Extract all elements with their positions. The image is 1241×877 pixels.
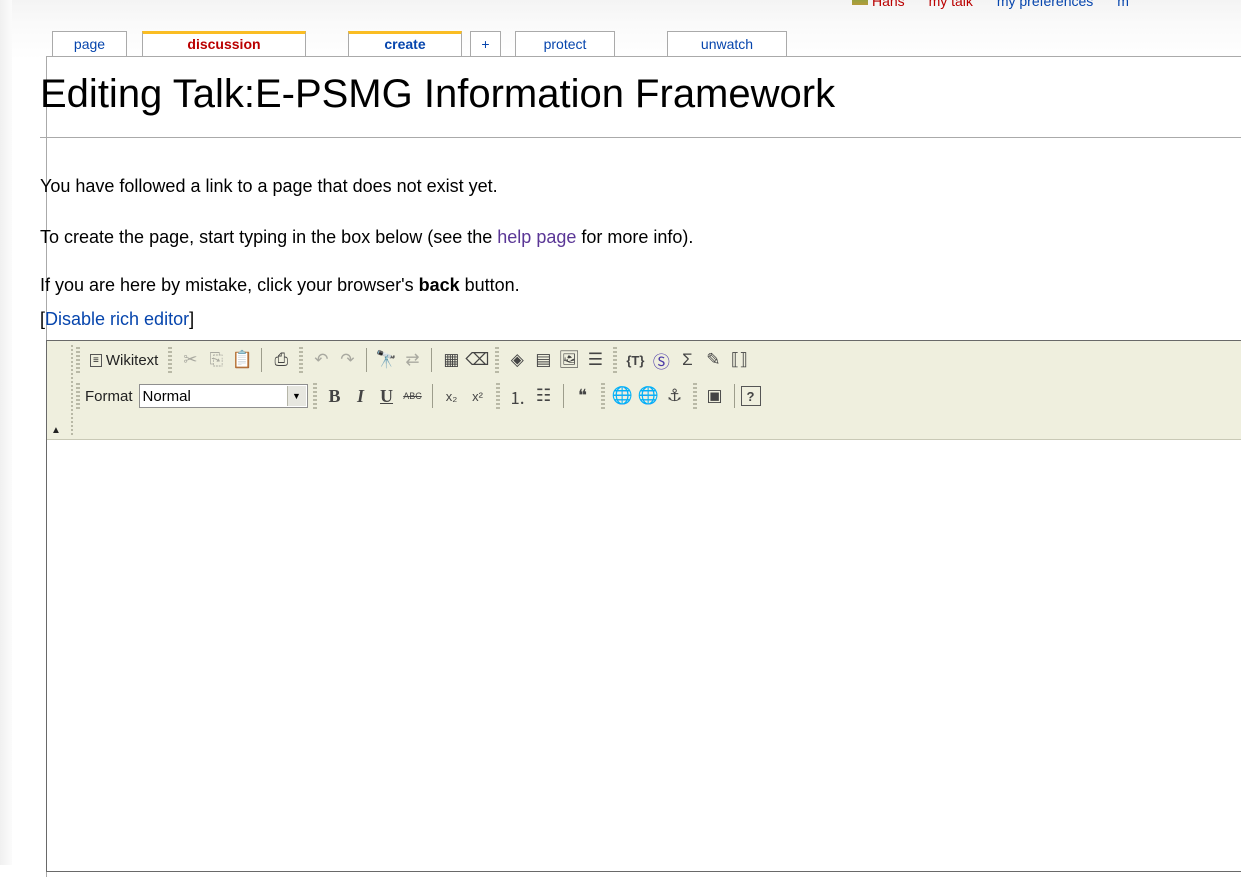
help-page-link[interactable]: help page (497, 227, 576, 247)
tab-unwatch[interactable]: unwatch (667, 31, 787, 57)
cut-icon[interactable]: ✂ (177, 347, 203, 373)
user-icon (852, 0, 868, 5)
nowiki-icon[interactable]: ✎ (700, 347, 726, 373)
blockquote-icon[interactable]: ❝ (570, 383, 596, 409)
copy-icon[interactable]: ⎘ (203, 347, 229, 373)
math-icon[interactable]: Σ (674, 347, 700, 373)
title-divider (40, 137, 1241, 138)
editor-toolbar: ▲ ≡Wikitext ✂ ⎘ 📋 ⎙ ↶ ↷ 🔭 ⇄ ▦ ⌫ ◈ ▤ 🖼 ☰ (47, 341, 1241, 440)
tab-discussion[interactable]: discussion (142, 31, 306, 57)
wikitext-button[interactable]: ≡ Wikitext (85, 347, 163, 373)
page-title: Editing Talk:E-PSMG Information Framewor… (40, 72, 836, 116)
numbered-list-icon[interactable]: ⒈ (505, 383, 531, 409)
replace-icon[interactable]: ⇄ (399, 347, 425, 373)
bracket-close: ] (189, 309, 195, 329)
image-icon[interactable]: 🖼 (556, 347, 582, 373)
table-icon[interactable]: ▤ (530, 347, 556, 373)
help-icon[interactable]: ? (740, 386, 761, 406)
more-link[interactable]: m (1117, 0, 1129, 9)
bulleted-list-icon[interactable]: ☷ (531, 383, 557, 409)
tab-create[interactable]: create (348, 31, 462, 57)
source-icon[interactable]: ⟦⟧ (726, 347, 752, 373)
tab-protect[interactable]: protect (515, 31, 615, 57)
wikitext-icon: ≡ (90, 353, 102, 367)
tab-page[interactable]: page (52, 31, 127, 57)
underline-button[interactable]: U (374, 383, 400, 409)
my-preferences-link[interactable]: my preferences (997, 0, 1093, 9)
toolbar-row-2: Format Normal ▼ B I U ABC x₂ x² ⒈ ☷ ❝ 🌐 … (71, 379, 761, 413)
disable-rich-editor: [Disable rich editor] (40, 309, 194, 330)
my-talk-link[interactable]: my talk (929, 0, 973, 9)
template-icon[interactable]: {T} (622, 347, 648, 373)
special-char-icon[interactable]: ◈ (504, 347, 530, 373)
edit-textarea[interactable] (47, 440, 1241, 870)
intro-line-2: To create the page, start typing in the … (40, 227, 693, 248)
print-icon[interactable]: ⎙ (268, 347, 294, 373)
intro-line-3-post: button. (459, 275, 520, 295)
signature-icon[interactable]: Ⓢ (648, 347, 674, 373)
user-name: Hans (872, 0, 905, 9)
back-word: back (418, 275, 460, 295)
format-select[interactable]: Normal ▼ (138, 384, 308, 408)
disable-rich-editor-link[interactable]: Disable rich editor (45, 309, 189, 329)
toolbar-row-1: ≡ Wikitext ✂ ⎘ 📋 ⎙ ↶ ↷ 🔭 ⇄ ▦ ⌫ ◈ ▤ 🖼 ☰ {T… (71, 343, 752, 377)
intro-line-2-pre: To create the page, start typing in the … (40, 227, 498, 247)
select-all-icon[interactable]: ▦ (438, 347, 464, 373)
link-icon[interactable]: 🌐 (610, 383, 636, 409)
subscript-button[interactable]: x₂ (439, 383, 465, 409)
intro-line-3: If you are here by mistake, click your b… (40, 275, 520, 296)
rich-editor: ▲ ≡Wikitext ✂ ⎘ 📋 ⎙ ↶ ↷ 🔭 ⇄ ▦ ⌫ ◈ ▤ 🖼 ☰ (46, 340, 1241, 872)
format-label: Format (85, 387, 133, 405)
superscript-button[interactable]: x² (465, 383, 491, 409)
paste-icon[interactable]: 📋 (229, 347, 255, 373)
format-value: Normal (142, 387, 191, 405)
anchor-icon[interactable]: ⚓ (662, 383, 688, 409)
chevron-down-icon[interactable]: ▼ (286, 386, 306, 406)
intro-line-3-pre: If you are here by mistake, click your b… (40, 275, 419, 295)
source-view-icon[interactable]: ▣ (702, 383, 728, 409)
tab-add-section[interactable]: + (470, 31, 501, 57)
remove-format-icon[interactable]: ⌫ (464, 347, 490, 373)
intro-line-1: You have followed a link to a page that … (40, 176, 498, 196)
user-link[interactable]: Hans (852, 0, 905, 9)
intro-line-2-post: for more info). (576, 227, 694, 247)
collapse-toolbar-icon[interactable]: ▲ (51, 425, 61, 436)
italic-button[interactable]: I (348, 383, 374, 409)
find-icon[interactable]: 🔭 (373, 347, 399, 373)
wikitext-label: Wikitext (105, 351, 159, 369)
undo-icon[interactable]: ↶ (308, 347, 334, 373)
unlink-icon[interactable]: 🌐 (636, 383, 662, 409)
personal-links: Hans my talk my preferences m (852, 0, 1149, 11)
redo-icon[interactable]: ↷ (334, 347, 360, 373)
horizontal-rule-icon[interactable]: ☰ (582, 347, 608, 373)
strikethrough-button[interactable]: ABC (400, 383, 426, 409)
bold-button[interactable]: B (322, 383, 348, 409)
left-shadow (0, 0, 12, 865)
